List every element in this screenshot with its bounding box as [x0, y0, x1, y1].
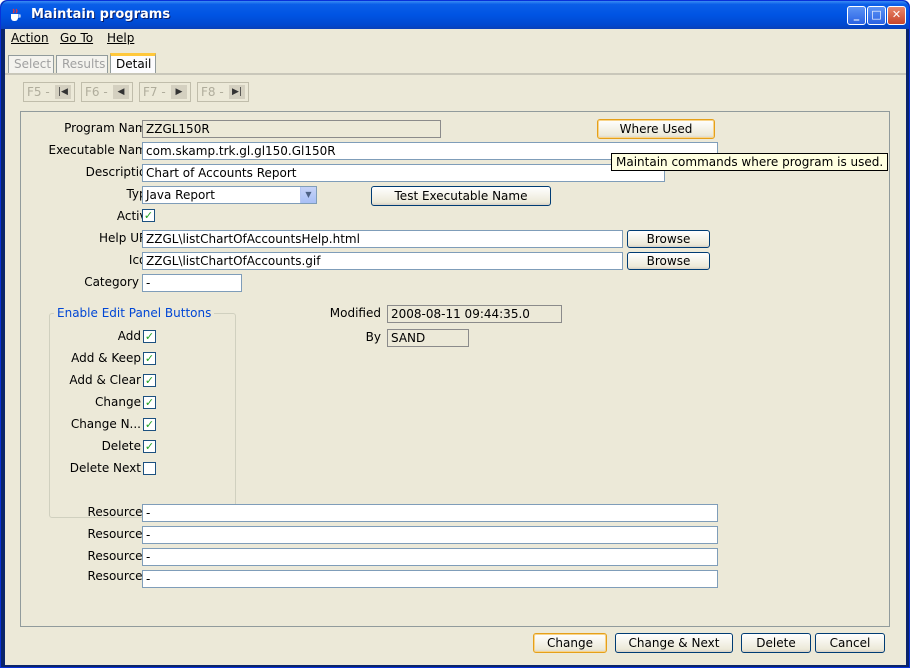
- first-record-icon: |◀: [55, 85, 71, 99]
- check-icon: ✓: [143, 209, 154, 222]
- edit-panel-buttons-title: Enable Edit Panel Buttons: [54, 306, 215, 320]
- tab-divider: [5, 73, 906, 75]
- check-icon: ✓: [144, 352, 155, 365]
- category-id-field[interactable]: -: [142, 274, 242, 292]
- change-next-label: Change N...: [70, 417, 141, 431]
- check-icon: ✓: [144, 440, 155, 453]
- previous-record-label: F6 -: [85, 85, 108, 99]
- active-checkbox[interactable]: ✓: [142, 209, 155, 222]
- delete-button[interactable]: Delete: [741, 633, 811, 653]
- previous-record-button[interactable]: F6 - ◀: [81, 82, 133, 102]
- check-icon: ✓: [144, 330, 155, 343]
- change-checkbox[interactable]: ✓: [143, 396, 156, 409]
- delete-checkbox[interactable]: ✓: [143, 440, 156, 453]
- delete-label: Delete: [101, 439, 141, 453]
- window-title: Maintain programs: [31, 7, 171, 22]
- minimize-icon: _: [853, 8, 860, 21]
- add-label: Add: [117, 329, 141, 343]
- resource-3-field[interactable]: -: [142, 548, 718, 566]
- type-dropdown[interactable]: Java Report ▼: [142, 186, 317, 204]
- where-used-tooltip: Maintain commands where program is used.: [611, 153, 889, 171]
- previous-record-icon: ◀: [113, 85, 129, 99]
- delete-next-checkbox[interactable]: [143, 462, 156, 475]
- modified-label: Modified: [329, 306, 381, 320]
- icon-field[interactable]: ZZGL\listChartOfAccounts.gif: [142, 252, 623, 270]
- check-icon: ✓: [144, 374, 155, 387]
- next-record-button[interactable]: F7 - ▶: [139, 82, 191, 102]
- edit-panel-buttons-group: [49, 313, 236, 518]
- check-icon: ✓: [144, 396, 155, 409]
- tab-select-label: Select: [14, 57, 52, 71]
- last-record-label: F8 -: [201, 85, 224, 99]
- check-icon: ✓: [144, 418, 155, 431]
- change-button[interactable]: Change: [533, 633, 607, 653]
- close-icon: ✕: [891, 8, 902, 21]
- menu-action[interactable]: Action: [11, 31, 49, 45]
- by-label: By: [365, 330, 381, 344]
- last-record-icon: ▶|: [229, 85, 245, 99]
- minimize-button[interactable]: _: [847, 6, 866, 25]
- menu-help-label: Help: [107, 31, 135, 45]
- program-name-label: Program Name: [64, 121, 154, 135]
- executable-name-label: Executable Name: [48, 143, 154, 157]
- tab-strip: Select Results Detail: [5, 53, 906, 74]
- modified-field: 2008-08-11 09:44:35.0: [387, 305, 562, 323]
- menu-bar: Action Go To Help: [5, 29, 906, 49]
- menu-go-to[interactable]: Go To: [60, 31, 93, 45]
- resource-2-field[interactable]: -: [142, 526, 718, 544]
- by-field: SAND: [387, 329, 469, 347]
- description-field[interactable]: Chart of Accounts Report: [142, 164, 665, 182]
- last-record-button[interactable]: F8 - ▶|: [197, 82, 249, 102]
- tab-detail-label: Detail: [116, 57, 152, 71]
- detail-panel: Program Name ZZGL150R Where Used Executa…: [20, 111, 890, 627]
- menu-action-label: Action: [11, 31, 49, 45]
- menu-help[interactable]: Help: [107, 31, 134, 45]
- program-name-field: ZZGL150R: [142, 120, 441, 138]
- close-button[interactable]: ✕: [887, 6, 906, 25]
- chevron-down-icon[interactable]: ▼: [300, 187, 316, 203]
- add-keep-label: Add & Keep: [71, 351, 141, 365]
- next-record-label: F7 -: [143, 85, 166, 99]
- first-record-button[interactable]: F5 - |◀: [23, 82, 75, 102]
- title-bar[interactable]: Maintain programs _ □ ✕: [1, 1, 909, 29]
- change-label: Change: [95, 395, 141, 409]
- help-url-field[interactable]: ZZGL\listChartOfAccountsHelp.html: [142, 230, 623, 248]
- change-next-button[interactable]: Change & Next: [615, 633, 733, 653]
- help-url-browse-button[interactable]: Browse: [627, 230, 710, 248]
- next-record-icon: ▶: [171, 85, 187, 99]
- resource-4-field[interactable]: -: [142, 570, 718, 588]
- add-clear-checkbox[interactable]: ✓: [143, 374, 156, 387]
- where-used-button[interactable]: Where Used: [597, 119, 715, 139]
- cancel-button[interactable]: Cancel: [815, 633, 885, 653]
- client-area: Action Go To Help Select Results Detail: [5, 29, 906, 665]
- resource-1-field[interactable]: -: [142, 504, 718, 522]
- delete-next-label: Delete Next: [69, 461, 141, 475]
- menu-go-to-label: Go To: [60, 31, 94, 45]
- first-record-label: F5 -: [27, 85, 50, 99]
- type-value: Java Report: [146, 188, 215, 202]
- maximize-icon: □: [871, 8, 882, 21]
- add-keep-checkbox[interactable]: ✓: [143, 352, 156, 365]
- tab-detail[interactable]: Detail: [110, 53, 156, 74]
- maximize-button[interactable]: □: [867, 6, 886, 25]
- icon-browse-button[interactable]: Browse: [627, 252, 710, 270]
- java-cup-icon: [11, 8, 21, 21]
- tab-select[interactable]: Select: [8, 55, 54, 73]
- app-window: Maintain programs _ □ ✕ Action Go To Hel…: [0, 0, 910, 668]
- change-next-checkbox[interactable]: ✓: [143, 418, 156, 431]
- tab-results[interactable]: Results: [56, 55, 108, 73]
- add-clear-label: Add & Clear: [69, 373, 141, 387]
- tab-results-label: Results: [62, 57, 106, 71]
- add-checkbox[interactable]: ✓: [143, 330, 156, 343]
- test-executable-name-button[interactable]: Test Executable Name: [371, 186, 551, 206]
